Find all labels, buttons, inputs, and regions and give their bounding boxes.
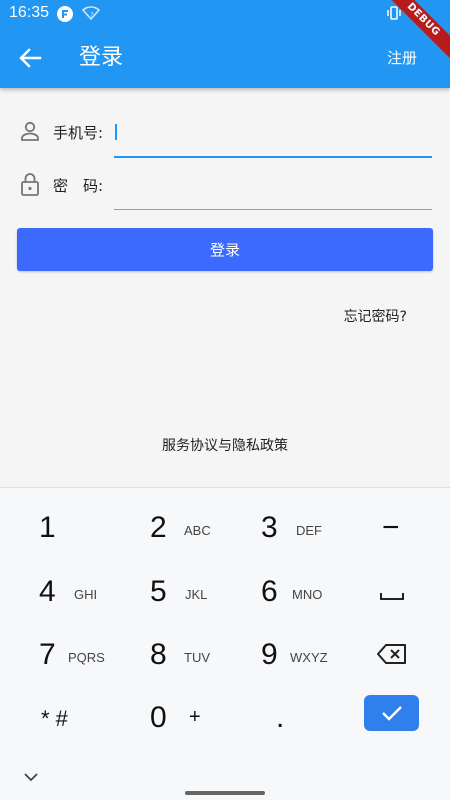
app-bar: 登录 注册: [0, 28, 450, 88]
key-4[interactable]: 4 GHI: [0, 560, 112, 622]
key-letters: ABC: [184, 523, 211, 538]
key-minus[interactable]: −: [338, 496, 450, 558]
person-icon: [19, 120, 41, 144]
phone-field-row: 手机号:: [0, 108, 450, 158]
phone-input[interactable]: [114, 116, 432, 148]
svg-text:?: ?: [90, 11, 94, 19]
wifi-icon: ?: [81, 5, 101, 25]
key-digit: 2: [150, 511, 167, 544]
key-letters: TUV: [184, 650, 210, 665]
phone-underline: [114, 156, 432, 158]
key-9[interactable]: 9 WXYZ: [224, 623, 336, 685]
top-bar: 16:35 ? 登录 注册 DEBUG: [0, 0, 450, 88]
key-letters: WXYZ: [290, 650, 328, 665]
minus-glyph: −: [382, 511, 400, 544]
key-3[interactable]: 3 DEF: [224, 496, 336, 558]
key-2[interactable]: 2 ABC: [112, 496, 224, 558]
key-digit: 5: [150, 575, 167, 608]
key-digit: 6: [261, 575, 278, 608]
key-letters: +: [189, 706, 201, 728]
key-6[interactable]: 6 MNO: [224, 560, 336, 622]
register-button[interactable]: 注册: [387, 45, 417, 71]
login-button[interactable]: 登录: [17, 228, 433, 271]
password-input[interactable]: [114, 168, 432, 200]
key-digit: 3: [261, 511, 278, 544]
page-title: 登录: [79, 45, 124, 70]
key-7[interactable]: 7 PQRS: [0, 623, 112, 685]
dot-glyph: .: [276, 701, 285, 734]
lock-icon: [19, 172, 41, 196]
space-icon: [380, 586, 404, 605]
key-star-hash[interactable]: * #: [0, 686, 112, 748]
text-cursor: [115, 124, 117, 140]
key-digit: 1: [39, 511, 56, 544]
phone-label: 手机号:: [53, 124, 104, 142]
key-letters: GHI: [74, 587, 98, 602]
key-0[interactable]: 0 +: [112, 686, 224, 748]
confirm-key[interactable]: [364, 695, 419, 731]
arrow-back-icon[interactable]: [14, 42, 46, 74]
key-digit: 8: [150, 638, 167, 671]
numeric-keyboard: 1 2 ABC 3 DEF − 4 GHI 5 JKL 6 MNO 7 PQRS…: [0, 487, 450, 800]
key-digit: 0: [150, 701, 167, 734]
key-letters: DEF: [296, 523, 322, 538]
key-backspace[interactable]: [338, 623, 450, 685]
key-space[interactable]: [338, 560, 450, 622]
backspace-icon: [377, 643, 407, 669]
star-hash-glyph: * #: [41, 706, 68, 731]
password-field-row: 密 码:: [0, 160, 450, 210]
key-1[interactable]: 1: [0, 496, 112, 558]
key-5[interactable]: 5 JKL: [112, 560, 224, 622]
password-label: 密 码:: [53, 177, 104, 195]
chevron-down-icon[interactable]: [22, 768, 40, 787]
key-digit: 9: [261, 638, 278, 671]
key-letters: MNO: [292, 587, 323, 602]
key-digit: 7: [39, 638, 56, 671]
key-letters: PQRS: [68, 650, 105, 665]
status-time: 16:35: [9, 4, 50, 21]
key-dot[interactable]: .: [224, 686, 336, 748]
key-digit: 4: [39, 575, 56, 608]
service-policy-link[interactable]: 服务协议与隐私政策: [0, 435, 450, 455]
home-indicator[interactable]: [185, 791, 265, 795]
key-8[interactable]: 8 TUV: [112, 623, 224, 685]
check-icon: [381, 704, 403, 726]
password-underline: [114, 209, 432, 210]
flutter-notification-icon: [56, 5, 74, 27]
key-letters: JKL: [185, 587, 208, 602]
forgot-password-link[interactable]: 忘记密码?: [344, 306, 407, 326]
status-bar: 16:35 ?: [0, 0, 450, 28]
